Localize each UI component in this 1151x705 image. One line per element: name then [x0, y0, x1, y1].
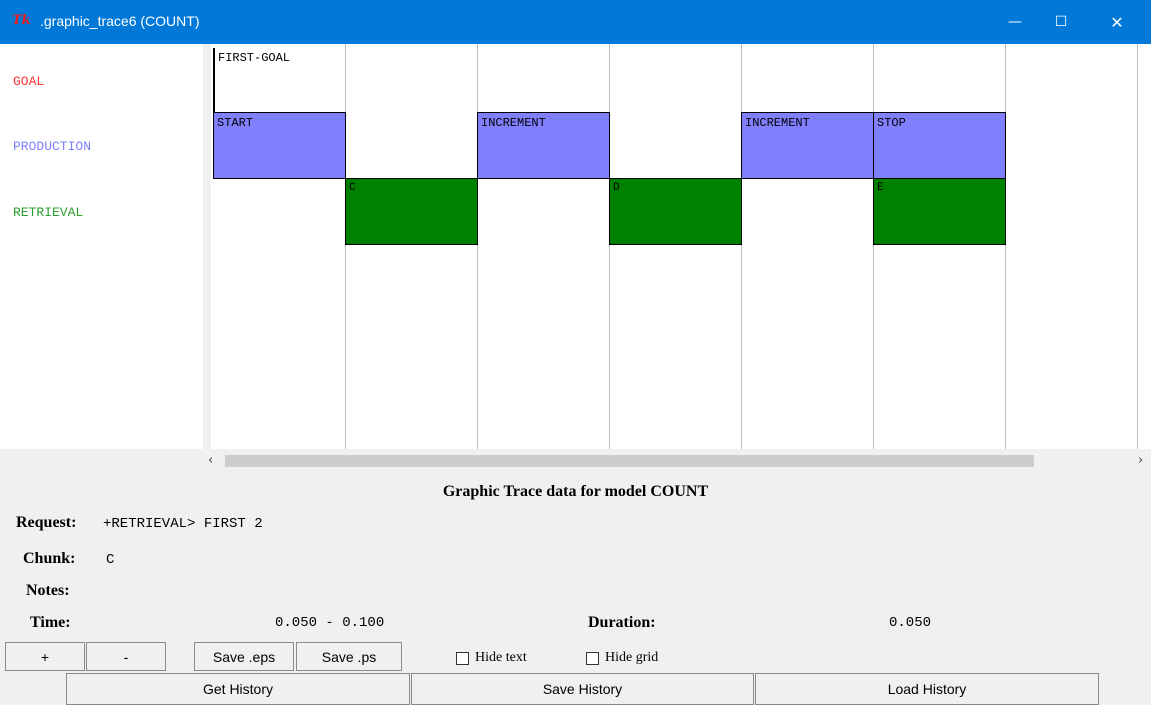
minimize-button[interactable]: —	[992, 0, 1038, 44]
time-value: 0.050 - 0.100	[275, 615, 385, 631]
grid-line	[1005, 44, 1006, 449]
save-eps-button[interactable]: Save .eps	[194, 642, 294, 671]
production-event-stop[interactable]: STOP	[873, 112, 1006, 179]
grid-line	[609, 44, 610, 449]
get-history-button[interactable]: Get History	[66, 673, 410, 705]
load-history-button[interactable]: Load History	[755, 673, 1099, 705]
maximize-button[interactable]: ☐	[1038, 0, 1084, 44]
window-title: .graphic_trace6 (COUNT)	[40, 13, 200, 29]
retrieval-event-c[interactable]: C	[345, 178, 478, 245]
chunk-label: Chunk:	[23, 550, 76, 567]
row-label-retrieval: RETRIEVAL	[13, 205, 84, 220]
grid-line	[345, 44, 346, 449]
time-label: Time:	[30, 614, 71, 631]
duration-label: Duration:	[588, 614, 656, 631]
production-event-increment[interactable]: INCREMENT	[477, 112, 610, 179]
chunk-value: C	[106, 552, 115, 568]
title-bar: Tk .graphic_trace6 (COUNT) — ☐ ✕	[0, 0, 1151, 44]
request-label: Request:	[16, 514, 77, 531]
notes-label: Notes:	[26, 582, 70, 599]
row-label-goal: GOAL	[13, 74, 45, 89]
zoom-in-button[interactable]: +	[5, 642, 85, 671]
save-ps-button[interactable]: Save .ps	[296, 642, 402, 671]
row-label-production: PRODUCTION	[13, 139, 92, 154]
request-value: +RETRIEVAL> FIRST 2	[103, 516, 263, 532]
zoom-out-button[interactable]: -	[86, 642, 166, 671]
scroll-right-icon[interactable]: ›	[1138, 453, 1143, 468]
hide-text-checkbox[interactable]: Hide text	[456, 650, 527, 666]
grid-line	[873, 44, 874, 449]
hide-grid-checkbox[interactable]: Hide grid	[586, 650, 658, 666]
hide-grid-label: Hide grid	[605, 650, 659, 665]
trace-canvas[interactable]: GOAL PRODUCTION RETRIEVAL FIRST-GOAL STA…	[0, 44, 1151, 449]
save-history-button[interactable]: Save History	[411, 673, 754, 705]
hide-text-label: Hide text	[475, 650, 527, 665]
checkbox-box[interactable]	[456, 651, 469, 665]
tk-logo-icon: Tk	[12, 13, 31, 28]
scroll-thumb[interactable]	[225, 455, 1034, 467]
scroll-left-icon[interactable]: ‹	[208, 453, 213, 468]
trace-caption: Graphic Trace data for model COUNT	[442, 483, 709, 500]
label-divider	[203, 44, 211, 449]
grid-line	[1137, 44, 1138, 449]
goal-event-first-goal[interactable]: FIRST-GOAL	[213, 48, 345, 112]
retrieval-event-e[interactable]: E	[873, 178, 1006, 245]
production-event-start[interactable]: START	[213, 112, 346, 179]
horizontal-scrollbar[interactable]: ‹ ›	[203, 451, 1151, 471]
grid-line	[477, 44, 478, 449]
retrieval-event-d[interactable]: D	[609, 178, 742, 245]
duration-value: 0.050	[889, 615, 932, 631]
production-event-increment[interactable]: INCREMENT	[741, 112, 874, 179]
close-button[interactable]: ✕	[1094, 0, 1140, 44]
grid-line	[741, 44, 742, 449]
checkbox-box[interactable]	[586, 651, 599, 665]
